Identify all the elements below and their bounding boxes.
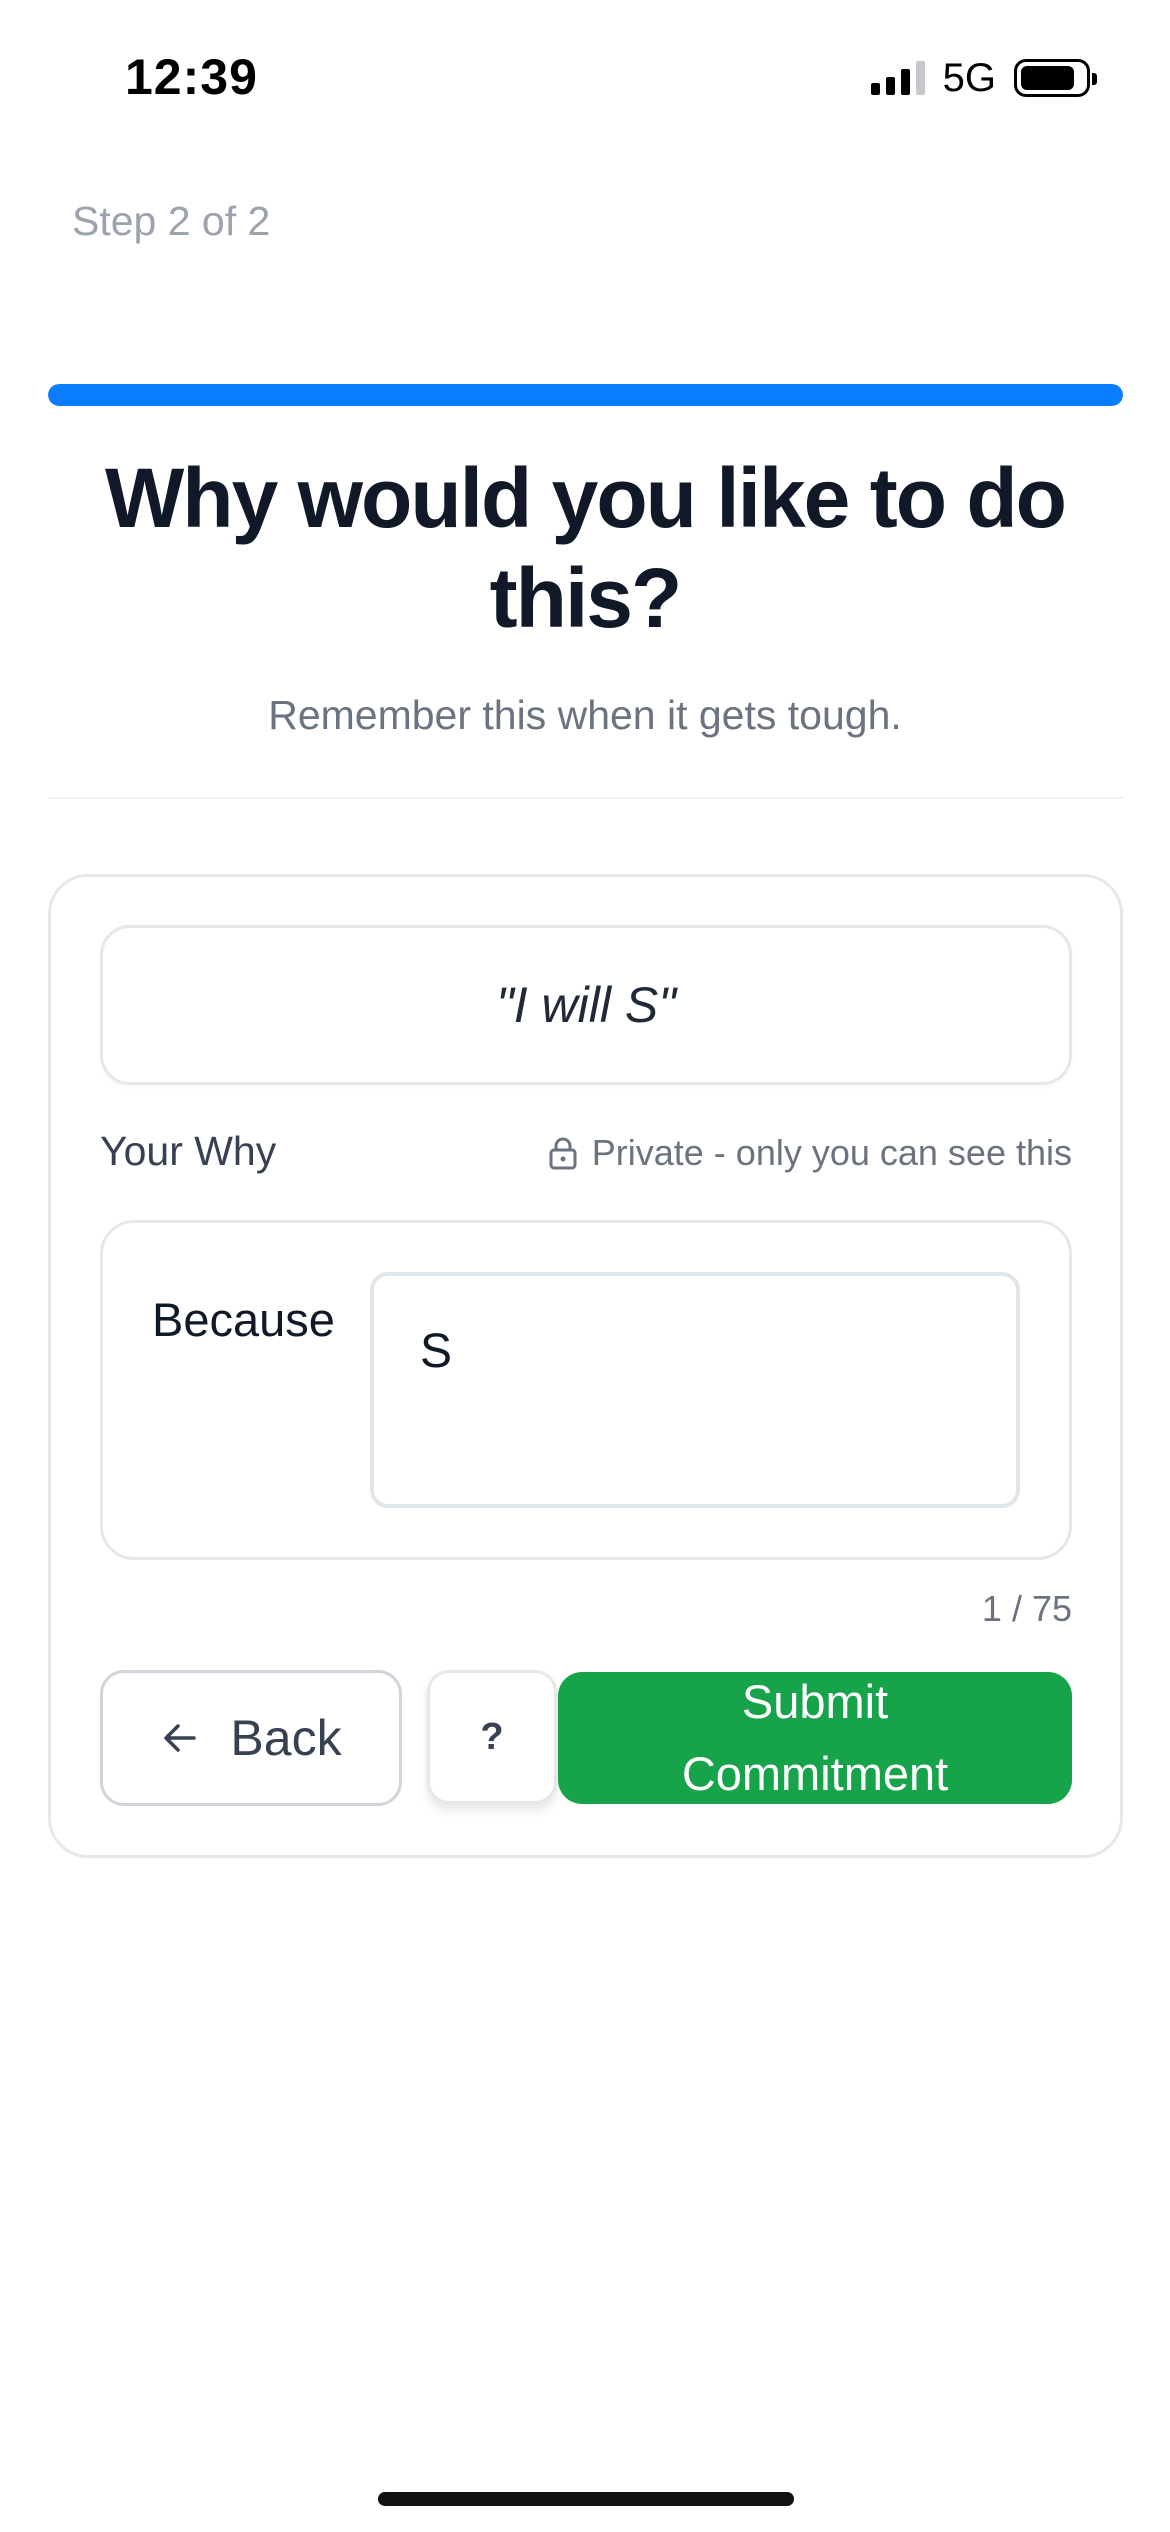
page-subtitle: Remember this when it gets tough.: [268, 692, 902, 738]
back-button-label: Back: [230, 1710, 342, 1766]
submit-button-label: Submit Commitment: [681, 1675, 949, 1800]
lock-icon: [549, 1137, 577, 1170]
home-indicator: [378, 2492, 794, 2506]
commitment-quote-box: "I will S": [100, 925, 1072, 1085]
character-counter: 1 / 75: [981, 1588, 1072, 1629]
progress-bar-fill: [48, 384, 1123, 406]
battery-icon: [1014, 59, 1097, 97]
arrow-left-icon: [164, 1724, 197, 1752]
why-input[interactable]: S: [370, 1272, 1020, 1508]
screen: 12:39 5G Step 2 of 2 Why would you like …: [0, 0, 1170, 2532]
page-title: Why would you like to do this?: [105, 451, 1067, 645]
because-label: Because: [152, 1293, 335, 1346]
your-why-label: Your Why: [100, 1128, 277, 1174]
privacy-note-text: Private - only you can see this: [591, 1132, 1072, 1173]
network-label: 5G: [942, 55, 996, 100]
commitment-quote: "I will S": [496, 977, 676, 1033]
privacy-note: Private - only you can see this: [548, 1132, 1072, 1174]
help-button[interactable]: ?: [427, 1670, 557, 1804]
submit-commitment-button[interactable]: Submit Commitment: [558, 1672, 1072, 1804]
status-time: 12:39: [125, 49, 258, 105]
status-indicators: 5G: [870, 55, 1097, 100]
signal-icon: [870, 61, 925, 95]
step-indicator: Step 2 of 2: [72, 198, 271, 244]
back-button[interactable]: Back: [100, 1670, 402, 1806]
divider: [48, 797, 1123, 799]
progress-bar: [48, 384, 1123, 406]
